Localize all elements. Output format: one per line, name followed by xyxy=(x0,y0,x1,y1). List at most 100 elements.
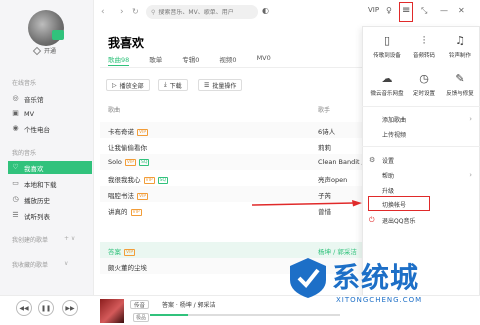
mini-mode-icon[interactable]: ⤡ xyxy=(421,6,427,16)
skin-icon[interactable]: ♀ xyxy=(386,6,392,15)
menu-audio-convert[interactable]: ⫶ 音频转码 xyxy=(405,34,443,59)
tab-videos[interactable]: 视频0 xyxy=(219,54,236,66)
sidebar-item-favorites[interactable]: ♡ 我喜欢 xyxy=(8,161,92,174)
player-mode-chip[interactable]: 传音 xyxy=(130,300,150,309)
tab-mv[interactable]: MV0 xyxy=(257,54,271,66)
next-icon: ▶▶ xyxy=(65,304,75,312)
table-row[interactable]: 我很我我心 VIP SQ 亮声open xyxy=(100,170,365,186)
sidebar-item-trial-list[interactable]: ☰ 试听列表 xyxy=(8,209,92,222)
previous-button[interactable]: ◀◀ xyxy=(16,300,32,316)
qq-music-window: 开通 在线音乐 ◎ 音乐馆 ▣ MV ◉ 个性电台 我的音乐 ♡ 我喜欢 ▭ 本… xyxy=(0,0,480,325)
sidebar-item-label: 个性电台 xyxy=(24,125,50,134)
vip-link[interactable]: VIP xyxy=(368,6,379,14)
vip-badge: VIP xyxy=(137,128,149,136)
album-cover[interactable] xyxy=(100,299,124,323)
next-button[interactable]: ▶▶ xyxy=(62,300,78,316)
search-input[interactable] xyxy=(158,8,253,16)
menu-item-help[interactable]: 帮助 › xyxy=(362,168,480,182)
menu-cloud-drive[interactable]: ☁ 微云音乐网盘 xyxy=(368,72,406,97)
song-title: Solo VIP SQ xyxy=(108,158,150,166)
tab-songs[interactable]: 歌曲98 xyxy=(108,54,130,66)
menu-transfer-to-device[interactable]: ▯ 传歌到设备 xyxy=(368,34,406,59)
tab-albums[interactable]: 专辑0 xyxy=(182,54,199,66)
sidebar-item-radio[interactable]: ◉ 个性电台 xyxy=(8,122,92,135)
back-arrow-icon[interactable]: ‹ xyxy=(101,7,105,17)
table-row[interactable]: Solo VIP SQ Clean Bandit / xyxy=(100,154,365,170)
song-title: 答案 VIP xyxy=(108,248,136,256)
song-artist[interactable]: 杨坤 / 郭采洁 xyxy=(318,246,357,256)
clock-icon: ◷ xyxy=(419,72,429,85)
mv-icon: ▣ xyxy=(12,109,19,117)
avatar[interactable] xyxy=(28,10,64,46)
close-icon[interactable]: ✕ xyxy=(458,6,465,15)
menu-item-quit[interactable]: ⏻ 退出QQ音乐 xyxy=(362,213,480,227)
bell-icon: ♫ xyxy=(455,34,465,47)
download-button[interactable]: ⤓ 下载 xyxy=(158,79,188,91)
song-artist[interactable]: 亮声open xyxy=(318,174,347,184)
table-row[interactable] xyxy=(100,218,365,234)
menu-grid-label: 反馈与修复 xyxy=(446,91,474,97)
sidebar-item-music-hall[interactable]: ◎ 音乐馆 xyxy=(8,92,92,105)
play-all-button[interactable]: ▷ 播放全部 xyxy=(106,79,150,91)
vip-badge: VIP xyxy=(137,192,149,200)
menu-divider xyxy=(362,146,480,147)
menu-ringtone-maker[interactable]: ♫ 铃声制作 xyxy=(441,34,479,59)
created-playlist-actions[interactable]: + ∨ xyxy=(64,235,75,242)
song-title: 卡布奇诺 VIP xyxy=(108,128,149,136)
open-vip-link[interactable]: 开通 xyxy=(32,46,57,55)
tab-playlists[interactable]: 歌单 xyxy=(149,54,162,66)
song-artist[interactable]: 莉莉 xyxy=(318,142,331,152)
sidebar-item-history[interactable]: ◷ 播放历史 xyxy=(8,193,92,206)
heart-icon: ♡ xyxy=(12,163,19,171)
listen-recognize-icon[interactable]: ◐ xyxy=(262,6,269,15)
table-header: 歌曲 歌手 xyxy=(108,105,368,114)
watermark-url: XITONGCHENG.COM xyxy=(336,296,423,304)
sq-badge: SQ xyxy=(157,176,169,184)
sidebar-item-label: 试听列表 xyxy=(24,212,50,221)
forward-arrow-icon[interactable]: › xyxy=(120,7,124,17)
menu-item-upgrade[interactable]: 升级 xyxy=(362,183,480,197)
content-tabs: 歌曲98 歌单 专辑0 视频0 MV0 xyxy=(108,54,271,66)
menu-item-settings[interactable]: ⚙ 设置 xyxy=(362,153,480,167)
menu-item-label: 上传视频 xyxy=(382,131,407,139)
progress-fill xyxy=(150,314,188,316)
sidebar-item-mv[interactable]: ▣ MV xyxy=(8,107,92,120)
open-vip-label: 开通 xyxy=(44,48,57,55)
menu-item-add-song[interactable]: 添加歌曲 › xyxy=(362,112,480,126)
table-row[interactable]: 让我偷偷看你 莉莉 xyxy=(100,138,365,154)
refresh-icon[interactable]: ↻ xyxy=(132,7,139,16)
play-pause-button[interactable]: ❚❚ xyxy=(38,300,54,316)
song-artist[interactable]: 子芮 xyxy=(318,190,331,200)
minimize-icon[interactable]: — xyxy=(440,6,448,15)
section-online-music: 在线音乐 xyxy=(12,80,37,87)
progress-bar[interactable] xyxy=(150,314,340,316)
sidebar-item-label: 播放历史 xyxy=(24,196,50,205)
list-icon: ☰ xyxy=(12,211,19,219)
vip-badge: VIP xyxy=(130,208,142,216)
column-song: 歌曲 xyxy=(108,107,121,114)
gear-icon: ⚙ xyxy=(369,156,376,164)
sq-badge: SQ xyxy=(139,158,150,166)
menu-divider xyxy=(362,106,480,107)
menu-item-label: 帮助 xyxy=(382,172,395,180)
diamond-icon xyxy=(32,46,42,55)
song-artist[interactable]: 6诗人 xyxy=(318,126,335,136)
sidebar-item-label: 音乐馆 xyxy=(24,95,44,104)
menu-grid-label: 音频转码 xyxy=(412,53,435,59)
collected-playlist-toggle[interactable]: ∨ xyxy=(64,260,68,267)
table-row[interactable]: 卡布奇诺 VIP 6诗人 xyxy=(100,122,365,138)
batch-operation-button[interactable]: ☰ 批量操作 xyxy=(198,79,243,91)
column-artist: 歌手 xyxy=(318,107,331,114)
red-arrow-annotation xyxy=(251,200,362,207)
download-label: 下载 xyxy=(169,82,182,90)
menu-item-upload-video[interactable]: 上传视频 xyxy=(362,127,480,141)
quality-chip[interactable]: 极品 xyxy=(133,313,150,322)
sidebar-item-label: MV xyxy=(24,109,35,118)
now-playing-title[interactable]: 答案 · 杨坤 / 郭采洁 xyxy=(162,300,216,309)
search-box[interactable]: ⚲ xyxy=(146,5,258,19)
menu-feedback-repair[interactable]: ✎ 反馈与修复 xyxy=(441,72,479,97)
sidebar-item-local-download[interactable]: ▭ 本地和下载 xyxy=(8,177,92,190)
song-artist[interactable]: Clean Bandit / xyxy=(318,158,364,166)
menu-timer-settings[interactable]: ◷ 定时设置 xyxy=(405,72,443,97)
section-created-playlists: 我创建的歌单 xyxy=(12,237,49,244)
